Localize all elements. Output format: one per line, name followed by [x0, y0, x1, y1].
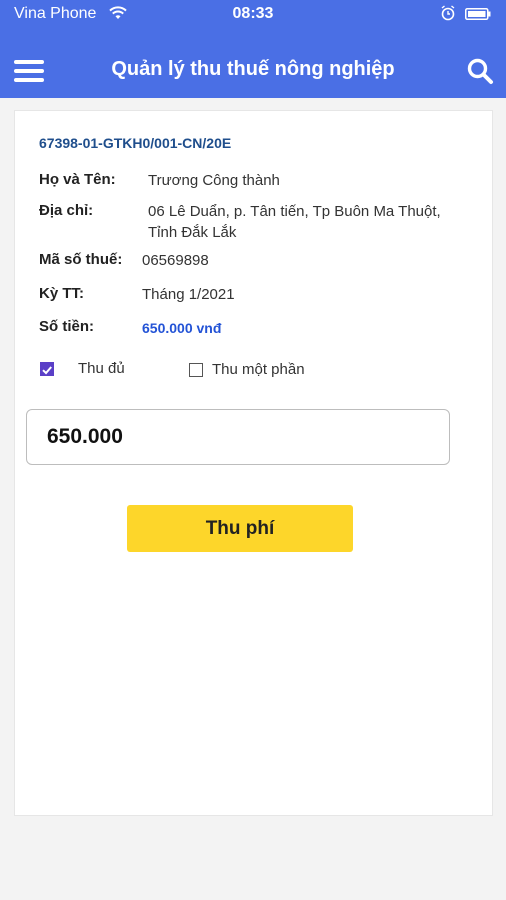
- record-code: 67398-01-GTKH0/001-CN/20E: [39, 135, 232, 151]
- name-label: Họ và Tên:: [39, 171, 116, 188]
- amount-label: Số tiền:: [39, 318, 94, 335]
- address-value-line2: Tỉnh Đắk Lắk: [148, 224, 237, 241]
- battery-icon: [465, 8, 491, 20]
- status-time: 08:33: [232, 5, 274, 22]
- amount-input[interactable]: [26, 409, 450, 465]
- tax-code-label: Mã số thuế:: [39, 251, 123, 268]
- search-icon[interactable]: [466, 57, 494, 85]
- checkmark-icon: [42, 366, 52, 375]
- status-bar: Vina Phone 08:33: [0, 0, 506, 30]
- full-payment-checkbox[interactable]: [40, 362, 54, 376]
- app-header: Vina Phone 08:33 Quản lý thu thuế nông n…: [0, 0, 506, 98]
- screen: Vina Phone 08:33 Quản lý thu thuế nông n…: [0, 0, 506, 900]
- pay-fee-button[interactable]: Thu phí: [127, 505, 353, 552]
- partial-payment-label[interactable]: Thu một phần: [212, 361, 305, 378]
- address-label: Địa chỉ:: [39, 202, 94, 219]
- tax-code-value: 06569898: [142, 252, 209, 269]
- period-value: Tháng 1/2021: [142, 286, 235, 303]
- full-payment-label[interactable]: Thu đủ: [78, 360, 125, 377]
- period-label: Kỳ TT:: [39, 285, 84, 302]
- partial-payment-checkbox[interactable]: [189, 363, 203, 377]
- address-value-line1: 06 Lê Duẩn, p. Tân tiến, Tp Buôn Ma Thuộ…: [148, 203, 441, 220]
- amount-value: 650.000 vnđ: [142, 320, 222, 336]
- name-value: Trương Công thành: [148, 172, 280, 189]
- alarm-icon: [441, 5, 455, 21]
- hamburger-menu-icon[interactable]: [14, 60, 46, 84]
- page-title: Quản lý thu thuế nông nghiệp: [111, 58, 395, 80]
- tax-record-card: 67398-01-GTKH0/001-CN/20E Họ và Tên: Trư…: [14, 110, 493, 816]
